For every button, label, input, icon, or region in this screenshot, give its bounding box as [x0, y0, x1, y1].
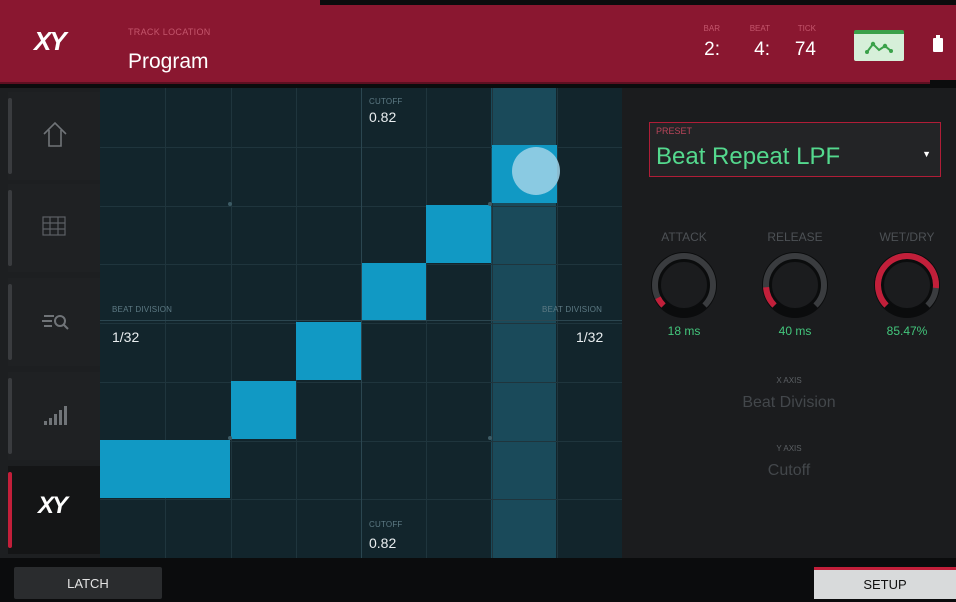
xy-cursor[interactable] [512, 147, 560, 195]
grid-icon [42, 216, 66, 236]
beat-label: BEAT [749, 24, 770, 33]
right-axis-label: BEAT DIVISION [542, 305, 603, 314]
sidebar-item-xy[interactable]: XY [8, 466, 100, 554]
center-vertical-axis [361, 88, 362, 558]
pad-step-cell[interactable] [165, 440, 230, 498]
xy-icon: XY [38, 492, 68, 519]
attack-label: ATTACK [661, 230, 707, 244]
browser-icon [42, 315, 69, 330]
pad-step-cell[interactable] [231, 381, 296, 439]
right-axis-value: 1/32 [576, 329, 604, 345]
levels-icon [44, 406, 67, 425]
attack-value: 18 ms [667, 324, 701, 338]
center-horizontal-axis [100, 320, 622, 321]
bar-label: BAR [703, 24, 720, 33]
sidebar-item-grid[interactable] [8, 184, 100, 272]
pad-step-cell[interactable] [296, 322, 361, 380]
header-notch [930, 80, 956, 84]
tab-marker [8, 378, 12, 454]
beat-counter[interactable]: BEAT 4: [736, 24, 770, 61]
xy-pad[interactable]: CUTOFF 0.82 CUTOFF 0.82 BEAT DIVISION 1/… [100, 88, 622, 558]
pad-step-cell[interactable] [361, 263, 426, 321]
automation-icon [865, 41, 893, 54]
wet-dry-label: WET/DRY [879, 230, 935, 244]
grid-line-vertical [557, 88, 558, 558]
pad-step-cell[interactable] [426, 205, 491, 263]
header-bar: XY TRACK LOCATION Program BAR 2: BEAT 4:… [0, 0, 956, 84]
top-axis-label: CUTOFF [369, 97, 403, 106]
bottom-axis-value: 0.82 [369, 535, 397, 551]
left-axis-label: BEAT DIVISION [112, 305, 173, 314]
release-label: RELEASE [767, 230, 823, 244]
latch-button[interactable]: LATCH [14, 567, 162, 599]
tab-marker [8, 190, 12, 266]
home-icon [43, 121, 67, 147]
preset-label: PRESET [656, 126, 693, 136]
beat-value: 4: [754, 39, 770, 60]
track-location-value[interactable]: Program [128, 50, 209, 74]
tick-label: TICK [797, 24, 816, 33]
attack-knob[interactable] [649, 250, 719, 320]
top-strip-accent [0, 0, 320, 5]
sidebar: XY [0, 88, 100, 558]
grid-marker [488, 436, 492, 440]
header-bottom-line [0, 82, 956, 84]
wet-dry-knob[interactable] [872, 250, 942, 320]
effect-panel: PRESET Beat Repeat LPF ▼ ATTACK RELEASE … [622, 88, 956, 558]
left-axis-value: 1/32 [112, 329, 140, 345]
x-axis-label: X AXIS [776, 376, 802, 385]
release-value: 40 ms [778, 324, 812, 338]
x-axis-value[interactable]: Beat Division [622, 394, 956, 412]
preset-selector[interactable]: PRESET Beat Repeat LPF ▼ [649, 122, 941, 177]
preset-value: Beat Repeat LPF [656, 143, 841, 170]
grid-marker [228, 202, 232, 206]
grid-line-vertical [426, 88, 427, 558]
tab-marker [8, 284, 12, 360]
bottom-axis-label: CUTOFF [369, 520, 403, 529]
sidebar-item-levels[interactable] [8, 372, 100, 460]
y-axis-label: Y AXIS [776, 444, 802, 453]
y-axis-value[interactable]: Cutoff [622, 462, 956, 480]
grid-marker [488, 202, 492, 206]
grid-marker [228, 436, 232, 440]
automation-button[interactable] [854, 30, 904, 61]
footer-bar: LATCH SETUP [0, 558, 956, 602]
tab-marker [8, 472, 12, 548]
sidebar-item-home[interactable] [8, 92, 100, 180]
top-axis-value: 0.82 [369, 109, 397, 125]
pad-step-cell[interactable] [100, 440, 165, 498]
battery-icon [933, 35, 943, 52]
release-knob[interactable] [760, 250, 830, 320]
tab-marker [8, 98, 12, 174]
tick-counter[interactable]: TICK 74 [782, 24, 816, 61]
tick-value: 74 [794, 39, 816, 60]
bar-value: 2: [704, 39, 720, 60]
dropdown-caret-icon: ▼ [922, 149, 931, 159]
wet-dry-value: 85.47% [886, 324, 928, 338]
xy-logo: XY [34, 26, 67, 56]
setup-button[interactable]: SETUP [814, 567, 956, 599]
track-location-label: TRACK LOCATION [128, 27, 211, 37]
sidebar-item-browser[interactable] [8, 278, 100, 366]
bar-counter[interactable]: BAR 2: [690, 24, 720, 61]
